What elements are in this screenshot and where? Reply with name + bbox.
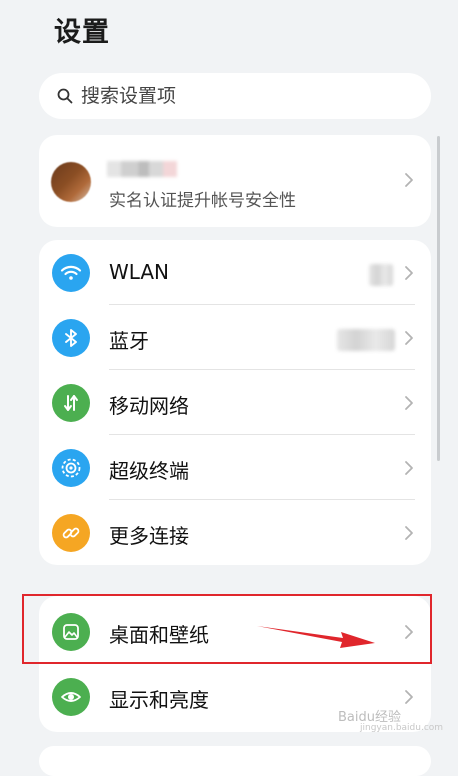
settings-item-super-device[interactable]: 超级终端 (39, 435, 431, 500)
account-name-blurred (107, 161, 177, 177)
settings-item-label: 显示和亮度 (109, 688, 209, 712)
settings-item-label: 超级终端 (109, 459, 189, 483)
watermark-sub: jingyan.baidu.com (360, 723, 444, 733)
settings-item-wlan[interactable]: WLAN (39, 240, 431, 305)
eye-icon (52, 678, 90, 716)
chevron-right-icon (405, 331, 413, 345)
bluetooth-status-blurred (337, 329, 395, 351)
settings-item-label: 更多连接 (109, 524, 189, 548)
settings-item-label: WLAN (109, 260, 170, 284)
search-input[interactable] (79, 84, 383, 108)
chevron-right-icon (405, 396, 413, 410)
page-title: 设置 (54, 17, 110, 48)
next-settings-group (39, 746, 431, 776)
annotation-arrow-icon (257, 626, 375, 648)
chevron-right-icon (405, 526, 413, 540)
wlan-status-blurred (369, 264, 393, 286)
settings-item-mobile-network[interactable]: 移动网络 (39, 370, 431, 435)
connectivity-group: WLAN 蓝牙 移动网络 超级终端 更多连接 (39, 240, 431, 565)
search-bar[interactable] (39, 73, 431, 119)
chevron-right-icon (405, 690, 413, 704)
settings-item-more-connections[interactable]: 更多连接 (39, 500, 431, 565)
chevron-right-icon (405, 266, 413, 280)
settings-item-label: 移动网络 (109, 394, 189, 418)
account-card[interactable]: 实名认证提升帐号安全性 (39, 135, 431, 227)
super-device-icon (52, 449, 90, 487)
mobile-network-icon (52, 384, 90, 422)
scrollbar[interactable] (437, 136, 440, 461)
chevron-right-icon (405, 461, 413, 475)
wifi-icon (52, 254, 90, 292)
avatar[interactable] (51, 162, 91, 202)
search-icon (57, 88, 73, 104)
link-icon (52, 514, 90, 552)
watermark: Baidu经验 jingyan.baidu.com (338, 706, 443, 733)
bluetooth-icon (52, 319, 90, 357)
account-subtitle: 实名认证提升帐号安全性 (109, 191, 296, 211)
settings-item-bluetooth[interactable]: 蓝牙 (39, 305, 431, 370)
settings-item-label: 蓝牙 (109, 329, 149, 353)
chevron-right-icon (405, 173, 413, 187)
